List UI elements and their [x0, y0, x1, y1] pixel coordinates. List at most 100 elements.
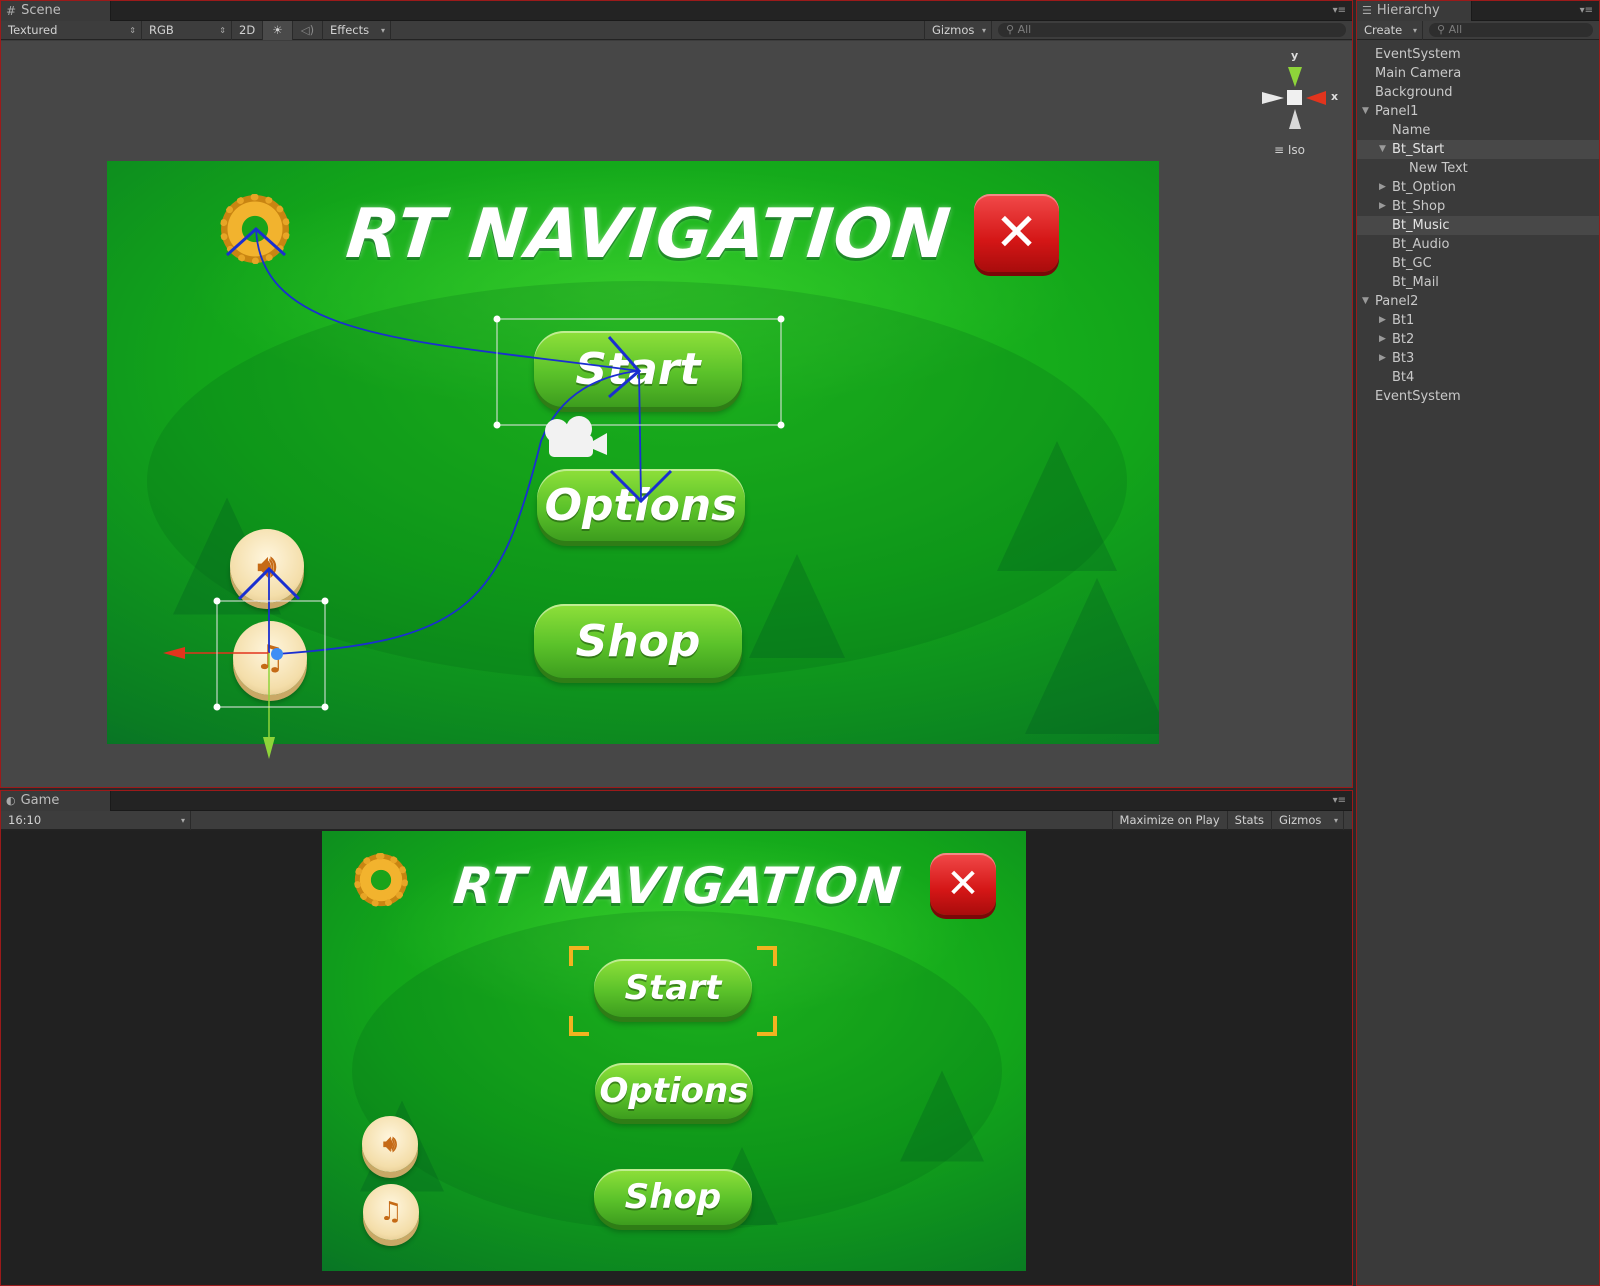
hierarchy-item[interactable]: ▶ Bt_Shop — [1357, 197, 1599, 216]
maximize-label: Maximize on Play — [1119, 812, 1220, 827]
pacman-icon: ◐ — [6, 794, 16, 807]
tab-game[interactable]: ◐ Game — [1, 791, 111, 811]
hierarchy-item[interactable]: ▶ Bt_Option — [1357, 178, 1599, 197]
hierarchy-item-label: Bt_GC — [1392, 256, 1432, 271]
tab-scene[interactable]: # Scene — [1, 1, 111, 21]
hierarchy-item[interactable]: ▼ Panel2 — [1357, 292, 1599, 311]
fold-closed-icon[interactable]: ▶ — [1379, 330, 1386, 349]
hierarchy-item[interactable]: ▶ Bt1 — [1357, 311, 1599, 330]
focus-corner — [569, 946, 589, 966]
hierarchy-item[interactable]: EventSystem — [1357, 387, 1599, 406]
scene-toolbar: Textured ⇕ RGB ⇕ 2D ☀ ◁) Effects ▾ Gizmo… — [1, 20, 1352, 40]
dropdown-arrow-icon: ▾ — [1412, 25, 1417, 35]
lighting-toggle[interactable]: ☀ — [263, 20, 293, 40]
effects-dropdown[interactable]: Effects ▾ — [323, 20, 391, 40]
hierarchy-item[interactable]: EventSystem — [1357, 45, 1599, 64]
game-viewport[interactable]: RT NAVIGATION ✕ Start Options Shop 🔊︎ ♫ — [1, 831, 1352, 1285]
fold-closed-icon[interactable]: ▶ — [1379, 349, 1386, 368]
hierarchy-item[interactable]: ▼ Bt_Start — [1357, 140, 1599, 159]
shop-button-label: Shop — [624, 1177, 722, 1217]
scene-viewport[interactable]: y x ≡ Iso RT NAVIGATION ✕ Start Options … — [1, 41, 1352, 787]
fold-open-icon[interactable]: ▼ — [1379, 140, 1386, 159]
hierarchy-search-input[interactable]: ⚲ All — [1429, 23, 1593, 37]
hierarchy-item-label: Name — [1392, 123, 1431, 138]
panel-menu-icon[interactable]: ▾≡ — [1333, 795, 1346, 806]
stats-toggle[interactable]: Stats — [1228, 810, 1272, 830]
hierarchy-item[interactable]: ▼ Panel1 — [1357, 102, 1599, 121]
start-button-label: Start — [624, 968, 722, 1008]
focus-corner — [757, 946, 777, 966]
hierarchy-search-placeholder: All — [1448, 23, 1463, 36]
maximize-on-play-toggle[interactable]: Maximize on Play — [1111, 810, 1228, 830]
hierarchy-item-label: EventSystem — [1375, 389, 1461, 404]
hierarchy-item[interactable]: Bt_Mail — [1357, 273, 1599, 292]
hierarchy-item-label: Bt_Mail — [1392, 275, 1439, 290]
game-canvas[interactable]: RT NAVIGATION ✕ Start Options Shop 🔊︎ ♫ — [322, 831, 1026, 1271]
hierarchy-item-label: Panel1 — [1375, 104, 1419, 119]
nav-link-start-to-options — [638, 370, 642, 500]
fold-open-icon[interactable]: ▼ — [1362, 292, 1369, 311]
gizmos-dropdown[interactable]: Gizmos ▾ — [924, 20, 992, 40]
aspect-dropdown[interactable]: 16:10 ▾ — [1, 810, 191, 830]
search-icon: ⚲ — [1006, 23, 1015, 36]
hierarchy-item[interactable]: Name — [1357, 121, 1599, 140]
scene-tabbar: # Scene ▾≡ — [1, 1, 1352, 21]
create-label: Create — [1364, 22, 1403, 37]
resize-handle — [213, 597, 221, 605]
fold-closed-icon[interactable]: ▶ — [1379, 197, 1386, 216]
game-gizmos-dropdown[interactable]: Gizmos ▾ — [1272, 810, 1344, 830]
hierarchy-item-label: Bt_Music — [1392, 218, 1450, 233]
gizmos-label: Gizmos — [932, 22, 975, 37]
nav-link-music-to-start — [276, 370, 638, 655]
scene-search-input[interactable]: ⚲ All — [998, 23, 1346, 37]
hierarchy-item[interactable]: New Text — [1357, 159, 1599, 178]
fold-closed-icon[interactable]: ▶ — [1379, 311, 1386, 330]
hierarchy-item[interactable]: Bt_Music — [1357, 216, 1599, 235]
panel-menu-icon[interactable]: ▾≡ — [1580, 5, 1593, 16]
create-dropdown[interactable]: Create ▾ — [1357, 20, 1423, 40]
resize-handle — [493, 315, 501, 323]
hierarchy-item[interactable]: Main Camera — [1357, 64, 1599, 83]
audio-toggle[interactable]: ◁) — [293, 20, 323, 40]
shop-button[interactable]: Shop — [594, 1169, 752, 1225]
hierarchy-item[interactable]: Background — [1357, 83, 1599, 102]
tab-game-label: Game — [20, 793, 60, 808]
game-gizmos-label: Gizmos — [1279, 812, 1322, 827]
fold-closed-icon[interactable]: ▶ — [1379, 178, 1386, 197]
fold-open-icon[interactable]: ▼ — [1362, 102, 1369, 121]
resize-handle — [321, 703, 329, 711]
list-icon: ☰ — [1362, 4, 1372, 17]
options-button[interactable]: Options — [595, 1063, 753, 1119]
navigation-overlay — [163, 226, 785, 759]
hierarchy-item-label: Bt_Option — [1392, 180, 1456, 195]
dropdown-arrow-icon: ▾ — [981, 25, 986, 35]
hierarchy-item[interactable]: ▶ Bt2 — [1357, 330, 1599, 349]
hierarchy-item-label: Bt_Start — [1392, 142, 1445, 157]
resize-handle — [213, 703, 221, 711]
resize-handle — [493, 421, 501, 429]
gear-icon[interactable] — [354, 853, 408, 907]
music-button[interactable]: ♫ — [363, 1184, 419, 1240]
start-button[interactable]: Start — [594, 959, 752, 1017]
nav-link-settings-to-start — [255, 228, 640, 372]
hierarchy-toolbar: Create ▾ ⚲ All — [1357, 20, 1599, 40]
stats-label: Stats — [1234, 812, 1264, 827]
audio-button[interactable]: 🔊︎ — [362, 1116, 418, 1172]
hierarchy-item[interactable]: Bt_Audio — [1357, 235, 1599, 254]
shading-mode-dropdown[interactable]: Textured ⇕ — [1, 20, 142, 40]
close-button[interactable]: ✕ — [930, 853, 996, 915]
hierarchy-item-label: New Text — [1409, 161, 1468, 176]
render-mode-dropdown[interactable]: RGB ⇕ — [142, 20, 232, 40]
game-tabbar: ◐ Game ▾≡ — [1, 791, 1352, 811]
hierarchy-item[interactable]: ▶ Bt3 — [1357, 349, 1599, 368]
mode-2d-toggle[interactable]: 2D — [232, 20, 263, 40]
shading-mode-label: Textured — [8, 22, 58, 37]
hierarchy-panel: ☰ Hierarchy ▾≡ Create ▾ ⚲ All EventSyste… — [1356, 0, 1600, 1286]
hierarchy-item[interactable]: Bt4 — [1357, 368, 1599, 387]
search-icon: ⚲ — [1437, 23, 1446, 36]
tab-hierarchy[interactable]: ☰ Hierarchy — [1357, 1, 1472, 21]
panel-menu-icon[interactable]: ▾≡ — [1333, 5, 1346, 16]
hierarchy-item[interactable]: Bt_GC — [1357, 254, 1599, 273]
hierarchy-tree: EventSystem Main Camera Background ▼ Panel1 N… — [1357, 45, 1599, 406]
game-panel: ◐ Game ▾≡ 16:10 ▾ Maximize on Play Stats… — [0, 790, 1353, 1286]
